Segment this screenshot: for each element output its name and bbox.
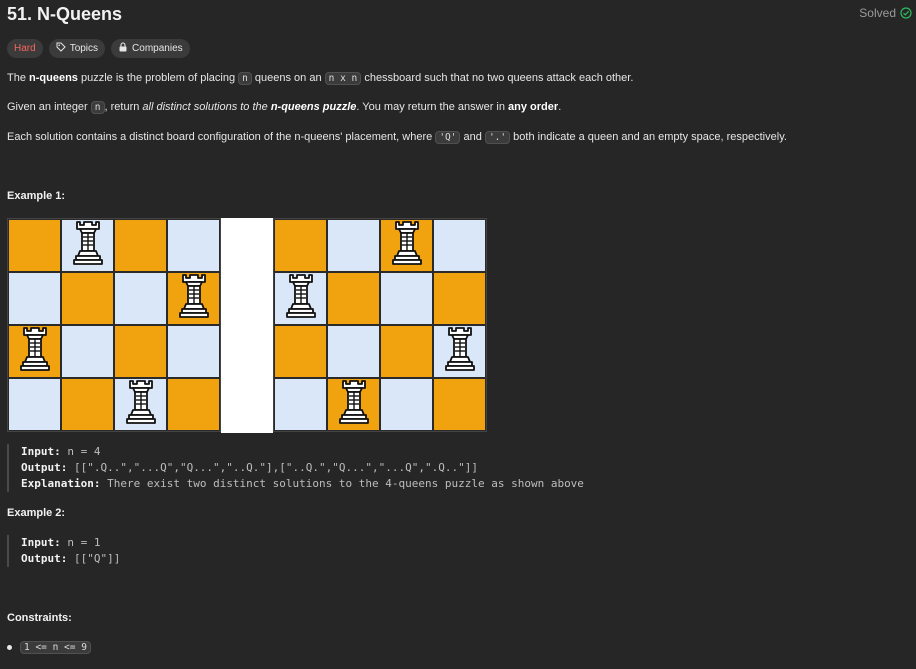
queen-icon (443, 325, 477, 378)
example-1-heading: Example 1: (7, 190, 66, 202)
tag-icon (56, 42, 66, 55)
board-square (167, 219, 220, 272)
difficulty-badge[interactable]: Hard (7, 39, 43, 58)
topics-label: Topics (69, 43, 99, 54)
check-circle-icon (900, 7, 912, 19)
board-square (274, 378, 327, 431)
board-square (8, 272, 61, 325)
board-square (433, 378, 486, 431)
solved-label: Solved (859, 6, 896, 20)
example-2-heading: Example 2: (7, 507, 66, 519)
example-2-code-block: Input: n = 1 Output: [["Q"]] (7, 535, 120, 567)
chessboard-solution-2 (273, 218, 487, 432)
description-paragraph-1: The n-queens puzzle is the problem of pl… (7, 72, 634, 85)
queen-icon (124, 378, 158, 431)
board-square (114, 219, 167, 272)
queen-icon (337, 378, 371, 431)
board-square (380, 272, 433, 325)
example-1-code-block: Input: n = 4 Output: [[".Q..","...Q","Q.… (7, 444, 584, 492)
queen-icon (284, 272, 318, 325)
board-square (167, 272, 220, 325)
topics-button[interactable]: Topics (48, 39, 106, 58)
bullet-dot (7, 645, 12, 650)
solved-status: Solved (859, 6, 912, 20)
problem-title: 51. N-Queens (7, 4, 123, 24)
queen-icon (177, 272, 211, 325)
board-square (114, 325, 167, 378)
board-square (61, 272, 114, 325)
board-square (327, 378, 380, 431)
constraints-heading: Constraints: (7, 612, 72, 624)
companies-label: Companies (132, 43, 183, 54)
queen-icon (71, 219, 105, 272)
board-square (327, 272, 380, 325)
board-square (327, 325, 380, 378)
board-square (380, 325, 433, 378)
board-square (114, 378, 167, 431)
chessboard-solution-1 (7, 218, 221, 432)
queen-icon (18, 325, 52, 378)
board-square (8, 219, 61, 272)
board-square (327, 219, 380, 272)
board-square (433, 325, 486, 378)
board-square (167, 325, 220, 378)
board-square (8, 325, 61, 378)
board-separator (221, 218, 273, 433)
board-square (433, 219, 486, 272)
board-square (274, 272, 327, 325)
constraint-text: 1 <= n <= 9 (20, 641, 91, 654)
board-square (380, 219, 433, 272)
constraint-item: 1 <= n <= 9 (7, 641, 91, 654)
lock-icon (118, 42, 128, 55)
board-square (380, 378, 433, 431)
queen-icon (390, 219, 424, 272)
board-square (61, 219, 114, 272)
board-square (167, 378, 220, 431)
board-square (274, 219, 327, 272)
board-square (274, 325, 327, 378)
description-paragraph-3: Each solution contains a distinct board … (7, 131, 787, 144)
companies-button[interactable]: Companies (111, 39, 190, 58)
board-square (433, 272, 486, 325)
tag-row: Hard Topics Companies (7, 39, 190, 58)
board-square (8, 378, 61, 431)
board-square (61, 325, 114, 378)
board-square (61, 378, 114, 431)
description-paragraph-2: Given an integer n, return all distinct … (7, 101, 562, 114)
board-square (114, 272, 167, 325)
